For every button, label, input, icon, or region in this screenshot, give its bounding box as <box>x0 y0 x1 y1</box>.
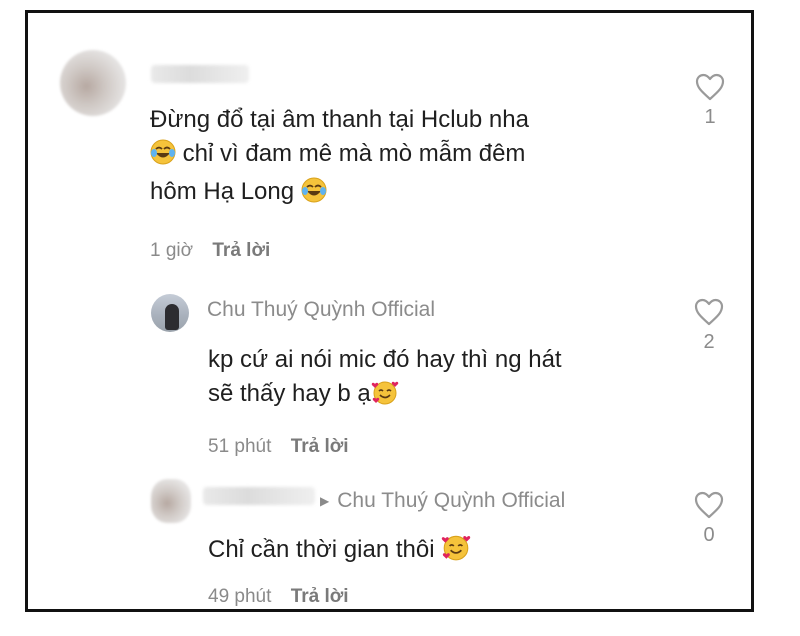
like-count: 1 <box>704 106 716 128</box>
comment-time: 1 giờ <box>150 240 194 261</box>
comment-meta: 1 giờ Trả lời <box>150 240 270 262</box>
reply-arrow-icon: ▶ <box>320 494 330 508</box>
reply-button[interactable]: Trả lời <box>212 240 270 261</box>
reply-button[interactable]: Trả lời <box>291 436 349 457</box>
author-name-blurred[interactable] <box>151 65 249 83</box>
like-count: 2 <box>703 331 715 353</box>
comment-line: kp cứ ai nói mic đó hay thì ng hát <box>208 346 562 373</box>
comment-text: kp cứ ai nói mic đó hay thì ng hát sẽ th… <box>208 343 678 415</box>
author-name[interactable]: Chu Thuý Quỳnh Official <box>207 298 435 322</box>
comment-time: 51 phút <box>208 436 272 457</box>
comment-text: Đừng đổ tại âm thanh tại Hclub nha chỉ v… <box>150 103 670 213</box>
heart-outline-icon <box>695 73 725 101</box>
like-button[interactable]: 1 <box>692 73 728 129</box>
reply-button[interactable]: Trả lời <box>291 586 349 607</box>
comment-meta: 49 phút Trả lời <box>208 586 349 608</box>
heart-outline-icon <box>694 491 724 519</box>
reply-to: ▶ Chu Thuý Quỳnh Official <box>320 489 565 513</box>
reply-to-name[interactable]: Chu Thuý Quỳnh Official <box>337 489 565 512</box>
comment-line-text: Chỉ cần thời gian thôi <box>208 536 435 563</box>
tears-of-joy-emoji <box>150 139 176 175</box>
comment-line-with-emoji: chỉ vì đam mê mà mò mẫm đêm <box>150 137 670 175</box>
comment-line: Đừng đổ tại âm thanh tại Hclub nha <box>150 106 529 133</box>
like-button[interactable]: 0 <box>691 491 727 547</box>
avatar[interactable] <box>151 479 191 523</box>
like-count: 0 <box>703 524 715 546</box>
avatar[interactable] <box>151 294 189 332</box>
author-name-blurred[interactable] <box>203 487 315 505</box>
comment-meta: 51 phút Trả lời <box>208 436 349 458</box>
comment-time: 49 phút <box>208 586 272 607</box>
comment-line-text: chỉ vì đam mê mà mò mẫm đêm <box>182 140 526 167</box>
smiling-face-with-hearts-emoji <box>371 379 399 415</box>
comment-line-with-emoji: Chỉ cần thời gian thôi <box>208 533 678 571</box>
comment-line-with-emoji: sẽ thấy hay b ạ <box>208 377 678 415</box>
comment-line-with-emoji: hôm Hạ Long <box>150 175 670 213</box>
smiling-face-with-hearts-emoji <box>441 533 471 571</box>
avatar-figure <box>165 304 179 330</box>
comment-text: Chỉ cần thời gian thôi <box>208 533 678 571</box>
comment-line-text: hôm Hạ Long <box>150 178 295 205</box>
comment-thread-frame: Đừng đổ tại âm thanh tại Hclub nha chỉ v… <box>25 10 754 612</box>
heart-outline-icon <box>694 298 724 326</box>
like-button[interactable]: 2 <box>691 298 727 354</box>
comment-line-text: sẽ thấy hay b ạ <box>208 380 371 407</box>
avatar[interactable] <box>60 50 126 116</box>
tears-of-joy-emoji <box>301 177 327 213</box>
